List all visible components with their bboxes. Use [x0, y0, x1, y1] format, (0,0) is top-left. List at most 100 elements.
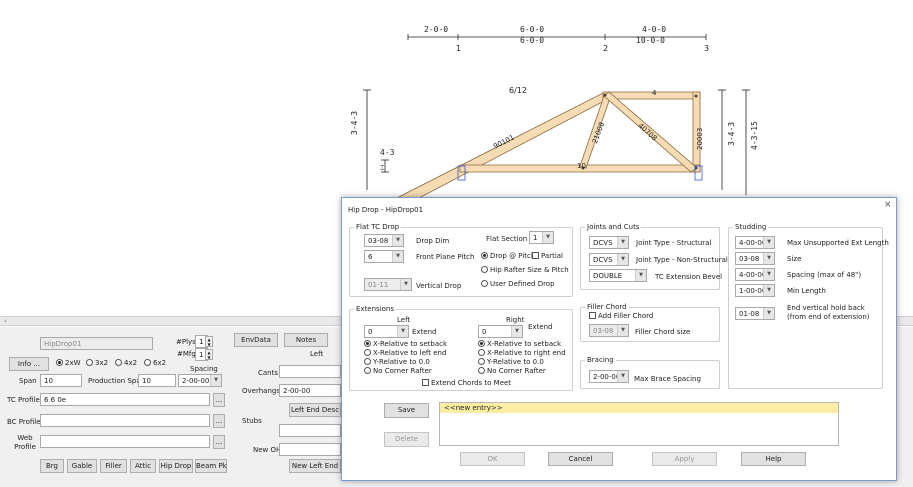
stud-spacing-dropdown[interactable]: 4-00-00 ▼ [735, 268, 775, 281]
add-filler-chord-label: Add Filler Chord [598, 312, 654, 320]
radio-icon [364, 358, 371, 365]
ext-left-dropdown[interactable]: 0 ▼ [364, 325, 409, 338]
bc-profile-more-button[interactable]: ... [213, 414, 225, 428]
tc-profile-field[interactable]: 6 6 0e [40, 393, 210, 406]
joint-structural-value: DCVS [593, 239, 613, 247]
radio-icon [364, 340, 371, 347]
apply-button[interactable]: Apply [652, 452, 717, 466]
lumber-2xw-radio[interactable]: 2xW [56, 359, 81, 368]
envdata-button[interactable]: EnvData [234, 333, 278, 347]
plys-label: #Plys [176, 338, 196, 346]
radio-icon [56, 359, 63, 366]
ext-right-extend-label: Extend [528, 323, 553, 331]
tc-profile-more-button[interactable]: ... [213, 393, 225, 407]
new-oh-field[interactable] [279, 443, 341, 456]
left-x-left-end-radio[interactable]: X-Relative to left end [364, 349, 446, 358]
info-button[interactable]: Info ... [9, 357, 49, 371]
attic-button[interactable]: Attic [130, 459, 156, 473]
svg-text:⌶: ⌶ [380, 164, 384, 172]
left-y-relative-radio[interactable]: Y-Relative to 0.0 [364, 358, 430, 367]
close-icon[interactable]: × [884, 201, 892, 210]
lumber-3x2-label: 3x2 [95, 359, 109, 367]
ext-right-dropdown[interactable]: 0 ▼ [478, 325, 523, 338]
delete-button[interactable]: Delete [384, 432, 429, 447]
lumber-4x2-radio[interactable]: 4x2 [115, 359, 137, 368]
flat-section-dropdown[interactable]: 1 ▼ [529, 231, 554, 244]
hip-rafter-radio[interactable]: Hip Rafter Size & Pitch [481, 266, 569, 275]
entry-list[interactable]: <<new entry>> [439, 402, 839, 446]
right-y-relative-radio[interactable]: Y-Relative to 0.0 [478, 358, 544, 367]
right-x-right-end-radio[interactable]: X-Relative to right end [478, 349, 566, 358]
brg-button[interactable]: Brg [40, 459, 64, 473]
gable-button[interactable]: Gable [67, 459, 97, 473]
entry-list-item[interactable]: <<new entry>> [440, 403, 838, 413]
lumber-3x2-radio[interactable]: 3x2 [86, 359, 108, 368]
tc-bevel-label: TC Extension Bevel [655, 273, 723, 281]
filler-chord-size-value: 03-08 [593, 327, 614, 335]
brace-spacing-dropdown[interactable]: 2-00-00 ▼ [589, 370, 629, 383]
beam-pk-button[interactable]: Beam Pk [195, 459, 227, 473]
add-filler-chord-checkbox[interactable]: Add Filler Chord [589, 312, 653, 321]
hip-drop-button[interactable]: Hip Drop [159, 459, 193, 473]
help-button[interactable]: Help [741, 452, 806, 466]
plys-spinner[interactable]: ▲ ▼ [205, 336, 213, 347]
drop-at-pitch-radio[interactable]: Drop @ Pitch [481, 252, 535, 261]
span-field[interactable]: 10 [40, 374, 82, 387]
user-defined-drop-radio[interactable]: User Defined Drop [481, 280, 555, 289]
stubs-field[interactable] [279, 424, 341, 437]
dim-cum-2: 6-0-0 [520, 36, 545, 45]
hold-back-dropdown[interactable]: 01-08 ▼ [735, 307, 775, 320]
left-x-setback-radio[interactable]: X-Relative to setback [364, 340, 447, 349]
partial-checkbox[interactable]: Partial [532, 252, 563, 261]
extend-chords-label: Extend Chords to Meet [431, 379, 512, 387]
web-profile-more-button[interactable]: ... [213, 435, 225, 449]
production-span-field[interactable]: 10 [138, 374, 176, 387]
hold-back-label: End vertical hold back (from end of exte… [787, 304, 870, 321]
flat-section-value: 1 [533, 234, 538, 242]
left-small-dim: 4-3 [380, 148, 395, 157]
max-unsupported-dropdown[interactable]: 4-00-00 ▼ [735, 236, 775, 249]
vertical-drop-value: 01-11 [368, 281, 389, 289]
mfg-spinner[interactable]: ▲ ▼ [205, 349, 213, 360]
radio-icon [478, 349, 485, 356]
lumber-6x2-radio[interactable]: 6x2 [144, 359, 166, 368]
right-x-setback-radio[interactable]: X-Relative to setback [478, 340, 561, 349]
tc-bevel-dropdown[interactable]: DOUBLE ▼ [589, 269, 647, 282]
stud-size-dropdown[interactable]: 03-08 ▼ [735, 252, 775, 265]
joint-structural-dropdown[interactable]: DCVS ▼ [589, 236, 629, 249]
bc-profile-field[interactable] [40, 414, 210, 427]
overhangs-field[interactable]: 2-00-00 [279, 384, 341, 397]
front-plane-pitch-dropdown[interactable]: 6 ▼ [364, 250, 404, 263]
min-length-dropdown[interactable]: 1-00-00 ▼ [735, 284, 775, 297]
right-no-corner-radio[interactable]: No Corner Rafter [478, 367, 546, 376]
member-bottom-chord: 10 [577, 162, 586, 170]
ext-right-value: 0 [482, 328, 487, 336]
ext-left-extend-label: Extend [412, 328, 437, 336]
web-profile-field[interactable] [40, 435, 210, 448]
joint-nonstructural-dropdown[interactable]: DCVS ▼ [589, 253, 629, 266]
ok-button[interactable]: OK [460, 452, 525, 466]
extend-chords-checkbox[interactable]: Extend Chords to Meet [422, 379, 511, 388]
radio-icon [478, 358, 485, 365]
truss-name-field[interactable]: HipDrop01 [40, 337, 153, 350]
vertical-drop-dropdown[interactable]: 01-11 ▼ [364, 278, 412, 291]
drop-dim-dropdown[interactable]: 03-08 ▼ [364, 234, 404, 247]
dim-cum-3: 10-0-0 [636, 36, 665, 45]
left-end-desc-button[interactable]: Left End Desc [289, 403, 341, 417]
spacing-dropdown[interactable]: 2-00-00 ▼ [178, 374, 222, 387]
filler-chord-size-dropdown[interactable]: 03-08 ▼ [589, 324, 629, 337]
joint-nonstructural-label: Joint Type - Non-Structural [636, 256, 728, 264]
new-left-end-button[interactable]: New Left End [289, 459, 341, 473]
filler-button[interactable]: Filler [100, 459, 127, 473]
left-no-corner-radio[interactable]: No Corner Rafter [364, 367, 432, 376]
save-button[interactable]: Save [384, 403, 429, 418]
cants-field[interactable] [279, 365, 341, 378]
radio-icon [481, 252, 488, 259]
scroll-arrow-icon[interactable]: ‹ [4, 317, 7, 326]
right-x-right-end-label: X-Relative to right end [487, 349, 566, 357]
notes-button[interactable]: Notes [284, 333, 328, 347]
filler-chord-title: Filler Chord [585, 303, 629, 312]
radio-icon [364, 367, 371, 374]
flat-section-label: Flat Section [486, 235, 528, 243]
cancel-button[interactable]: Cancel [548, 452, 613, 466]
